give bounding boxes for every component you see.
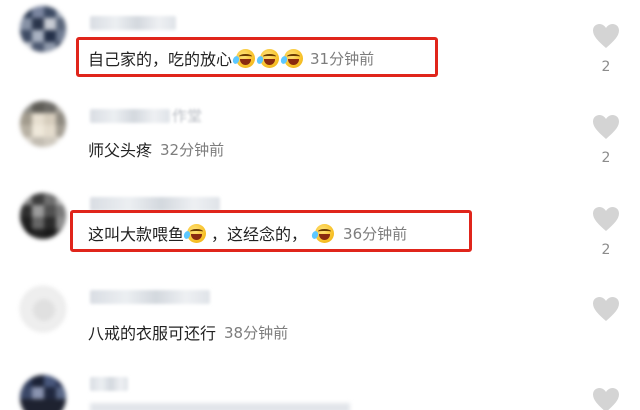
username-blurred[interactable] xyxy=(90,109,170,123)
username-blurred[interactable] xyxy=(90,197,220,211)
comment-time: 31分钟前 xyxy=(310,49,375,68)
username-blurred[interactable] xyxy=(90,377,128,391)
comment-time: 32分钟前 xyxy=(160,140,225,159)
comment-item: 作堂 师父头疼 32分钟前 2 xyxy=(0,95,640,185)
comment-item: 这叫大款喂鱼 ，这经念的， 36分钟前 2 xyxy=(0,185,640,280)
avatar[interactable] xyxy=(20,286,66,332)
avatar[interactable] xyxy=(20,6,66,52)
comment-time: 36分钟前 xyxy=(343,224,408,243)
like-control[interactable]: 2 xyxy=(591,206,621,258)
comment-text-blurred xyxy=(90,403,350,410)
heart-icon[interactable] xyxy=(592,206,620,232)
like-count: 2 xyxy=(601,150,611,166)
comment-text: ，这经念的， xyxy=(211,225,308,244)
heart-icon[interactable] xyxy=(592,23,620,49)
username-blurred[interactable] xyxy=(90,290,210,304)
laughing-crying-emoji-icon xyxy=(255,48,280,68)
like-control[interactable] xyxy=(591,296,621,322)
like-control[interactable] xyxy=(591,387,621,410)
laughing-crying-emoji-icon xyxy=(279,48,304,68)
laughing-crying-emoji-icon xyxy=(182,223,207,243)
like-control[interactable]: 2 xyxy=(591,114,621,166)
laughing-crying-emoji-icon xyxy=(231,48,256,68)
like-count: 2 xyxy=(601,242,611,258)
avatar[interactable] xyxy=(20,101,66,147)
username-fragment[interactable]: 作堂 xyxy=(172,105,202,126)
comment-text: 自己家的，吃的放心 xyxy=(88,50,233,69)
avatar[interactable] xyxy=(20,375,66,410)
comment-text-row: 自己家的，吃的放心 31分钟前 xyxy=(88,46,374,70)
comment-text-row: 师父头疼 32分钟前 xyxy=(88,137,224,161)
like-count: 2 xyxy=(601,59,611,75)
heart-icon[interactable] xyxy=(592,296,620,322)
avatar[interactable] xyxy=(20,193,66,239)
comment-text: 这叫大款喂鱼 xyxy=(88,225,185,244)
comment-item: 八戒的衣服可还行 38分钟前 xyxy=(0,280,640,365)
comment-text-row: 这叫大款喂鱼 ，这经念的， 36分钟前 xyxy=(88,221,407,245)
comment-time: 38分钟前 xyxy=(224,323,289,342)
comment-text: 师父头疼 xyxy=(88,141,153,160)
comment-item: 自己家的，吃的放心 31分钟前 2 xyxy=(0,0,640,95)
like-control[interactable]: 2 xyxy=(591,23,621,75)
username-blurred[interactable] xyxy=(90,16,176,30)
comment-text: 八戒的衣服可还行 xyxy=(88,324,217,343)
heart-icon[interactable] xyxy=(592,114,620,140)
heart-icon[interactable] xyxy=(592,387,620,410)
comment-item xyxy=(0,365,640,410)
laughing-crying-emoji-icon xyxy=(310,223,335,243)
comment-text-row: 八戒的衣服可还行 38分钟前 xyxy=(88,320,288,344)
